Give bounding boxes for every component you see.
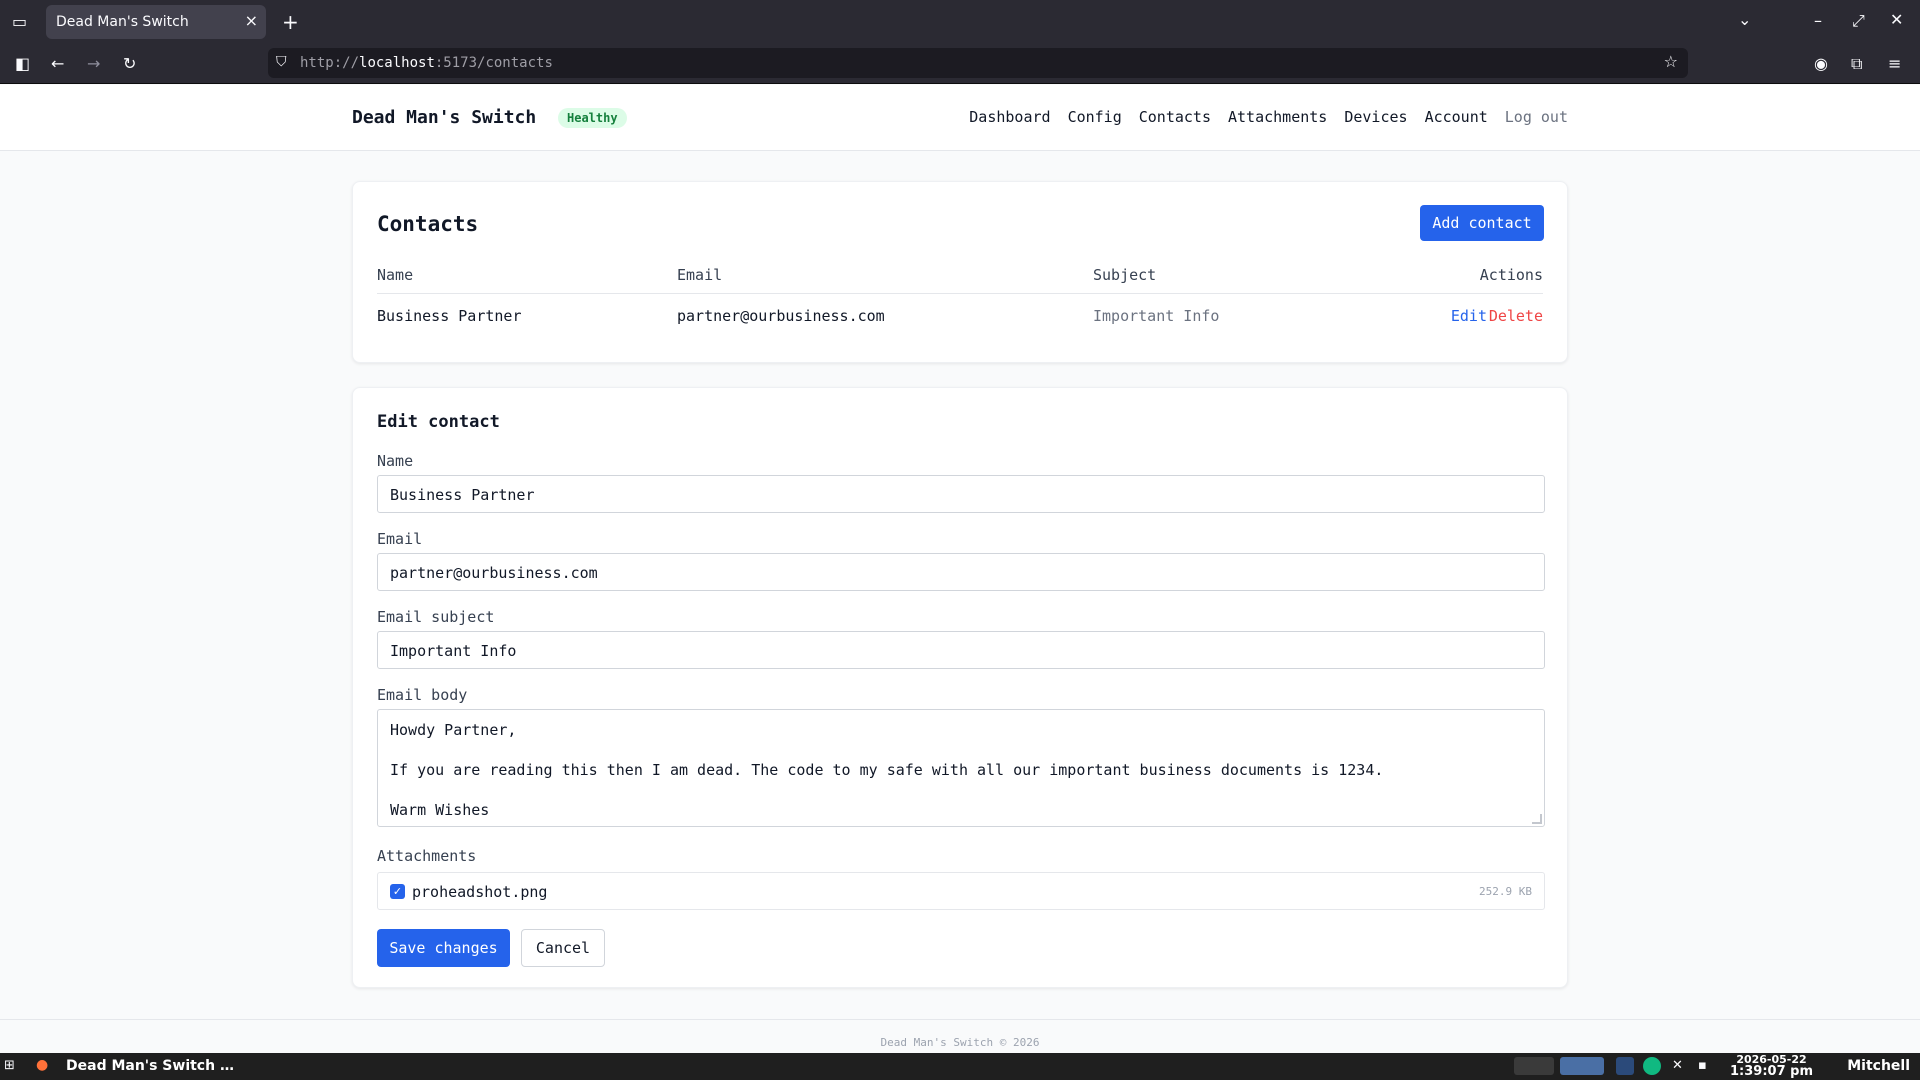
extensions-icon[interactable]: ⧉ [1851,56,1862,72]
shield-icon[interactable]: ⛉ [276,55,287,69]
browser-taskbar-icon[interactable] [1560,1057,1604,1075]
reload-icon[interactable]: ↻ [123,56,136,72]
email-label: Email [377,530,423,548]
name-input[interactable]: Business Partner [377,475,1545,513]
terminal-icon[interactable] [1514,1057,1554,1075]
name-label: Name [377,452,414,470]
column-header-actions: Actions [1479,266,1543,284]
save-changes-button[interactable]: Save changes [377,929,510,967]
contact-name-cell: Business Partner [377,307,522,325]
nav-account[interactable]: Account [1425,108,1488,126]
status-badge: Healthy [558,108,627,128]
edit-contact-title: Edit contact [377,412,500,432]
attachment-row[interactable]: ✓ proheadshot.png 252.9 KB [377,872,1545,910]
attachment-checkbox[interactable]: ✓ [390,884,405,899]
os-taskbar: ⊞ ● Dead Man's Switch … ✕ ▪ 2026-05-22 1… [0,1053,1920,1080]
mute-icon[interactable]: ✕ [1672,1059,1683,1072]
email-body-line: Howdy Partner, [390,721,517,739]
column-header-subject: Subject [1093,266,1157,284]
page-footer: Dead Man's Switch © 2026 [0,1019,1920,1053]
add-contact-button[interactable]: Add contact [1420,205,1544,241]
contacts-title: Contacts [377,212,479,236]
nav-contacts[interactable]: Contacts [1139,108,1211,126]
firefox-icon[interactable]: ● [36,1058,48,1072]
browser-tab[interactable]: Dead Man's Switch × [46,5,266,39]
menu-icon[interactable]: ≡ [1888,56,1901,72]
nav-devices[interactable]: Devices [1344,108,1407,126]
taskbar-window-title[interactable]: Dead Man's Switch … [66,1058,234,1074]
close-window-icon[interactable]: ✕ [1890,12,1903,28]
email-subject-label: Email subject [377,608,495,626]
attachments-label: Attachments [377,847,477,865]
tab-list-icon[interactable]: ▭ [12,14,27,30]
taskbar-user[interactable]: Mitchell [1847,1058,1910,1074]
email-input[interactable]: partner@ourbusiness.com [377,553,1545,591]
minimize-icon[interactable]: – [1814,13,1822,29]
app-page: Dead Man's Switch Healthy Dashboard Conf… [0,85,1920,1053]
back-icon[interactable]: ← [51,56,64,72]
chat-icon[interactable]: ▪ [1698,1059,1707,1072]
email-body-line [390,780,1532,800]
new-tab-icon[interactable]: + [282,12,299,32]
tab-title: Dead Man's Switch [56,14,189,30]
browser-nav-bar: ◧ ← → ↻ ⛉ http://localhost:5173/contacts… [0,44,1920,84]
account-icon[interactable]: ◉ [1814,56,1828,72]
brand-title[interactable]: Dead Man's Switch [352,107,536,128]
taskbar-clock[interactable]: 2026-05-22 1:39:07 pm [1730,1054,1814,1079]
browser-tab-bar: ▭ Dead Man's Switch × + ⌄ – ⤢ ✕ [0,0,1920,44]
table-divider [377,293,1543,294]
email-body-line: If you are reading this then I am dead. … [390,761,1384,779]
bookmark-star-icon[interactable]: ☆ [1664,54,1678,70]
cancel-button[interactable]: Cancel [521,929,605,967]
email-body-label: Email body [377,686,468,704]
sync-icon[interactable] [1643,1057,1661,1075]
app-grid-icon[interactable]: ⊞ [4,1059,15,1072]
close-tab-icon[interactable]: × [245,11,258,30]
email-body-line: Warm Wishes [390,801,490,819]
resize-handle-icon[interactable] [1532,814,1542,824]
edit-link[interactable]: Edit [1451,307,1487,325]
edit-contact-card: Edit contact Name Business Partner Email… [352,387,1568,988]
nav-dashboard[interactable]: Dashboard [969,108,1050,126]
app-header: Dead Man's Switch Healthy Dashboard Conf… [0,85,1920,151]
maximize-icon[interactable]: ⤢ [1852,13,1865,29]
nav-config[interactable]: Config [1068,108,1122,126]
address-bar[interactable]: ⛉ http://localhost:5173/contacts ☆ [268,48,1688,78]
contacts-card: Contacts Add contact Name Email Subject … [352,181,1568,363]
network-icon[interactable] [1616,1057,1634,1075]
forward-icon[interactable]: → [87,56,100,72]
column-header-email: Email [677,266,723,284]
attachment-size: 252.9 KB [1479,885,1532,898]
delete-link[interactable]: Delete [1489,307,1543,325]
column-header-name: Name [377,266,414,284]
attachment-filename: proheadshot.png [412,883,548,901]
email-subject-input[interactable]: Important Info [377,631,1545,669]
email-body-textarea[interactable]: Howdy Partner, If you are reading this t… [377,709,1545,827]
url-text: http://localhost:5173/contacts [300,55,553,71]
sidebar-icon[interactable]: ◧ [15,56,30,72]
clock-time: 1:39:07 pm [1730,1064,1814,1079]
email-body-line [390,740,1532,760]
main-nav: Dashboard Config Contacts Attachments De… [969,108,1568,126]
nav-attachments[interactable]: Attachments [1228,108,1327,126]
chevron-down-icon[interactable]: ⌄ [1738,12,1751,28]
contact-subject-cell: Important Info [1093,307,1220,325]
nav-logout[interactable]: Log out [1505,108,1568,126]
contact-email-cell: partner@ourbusiness.com [677,307,885,325]
